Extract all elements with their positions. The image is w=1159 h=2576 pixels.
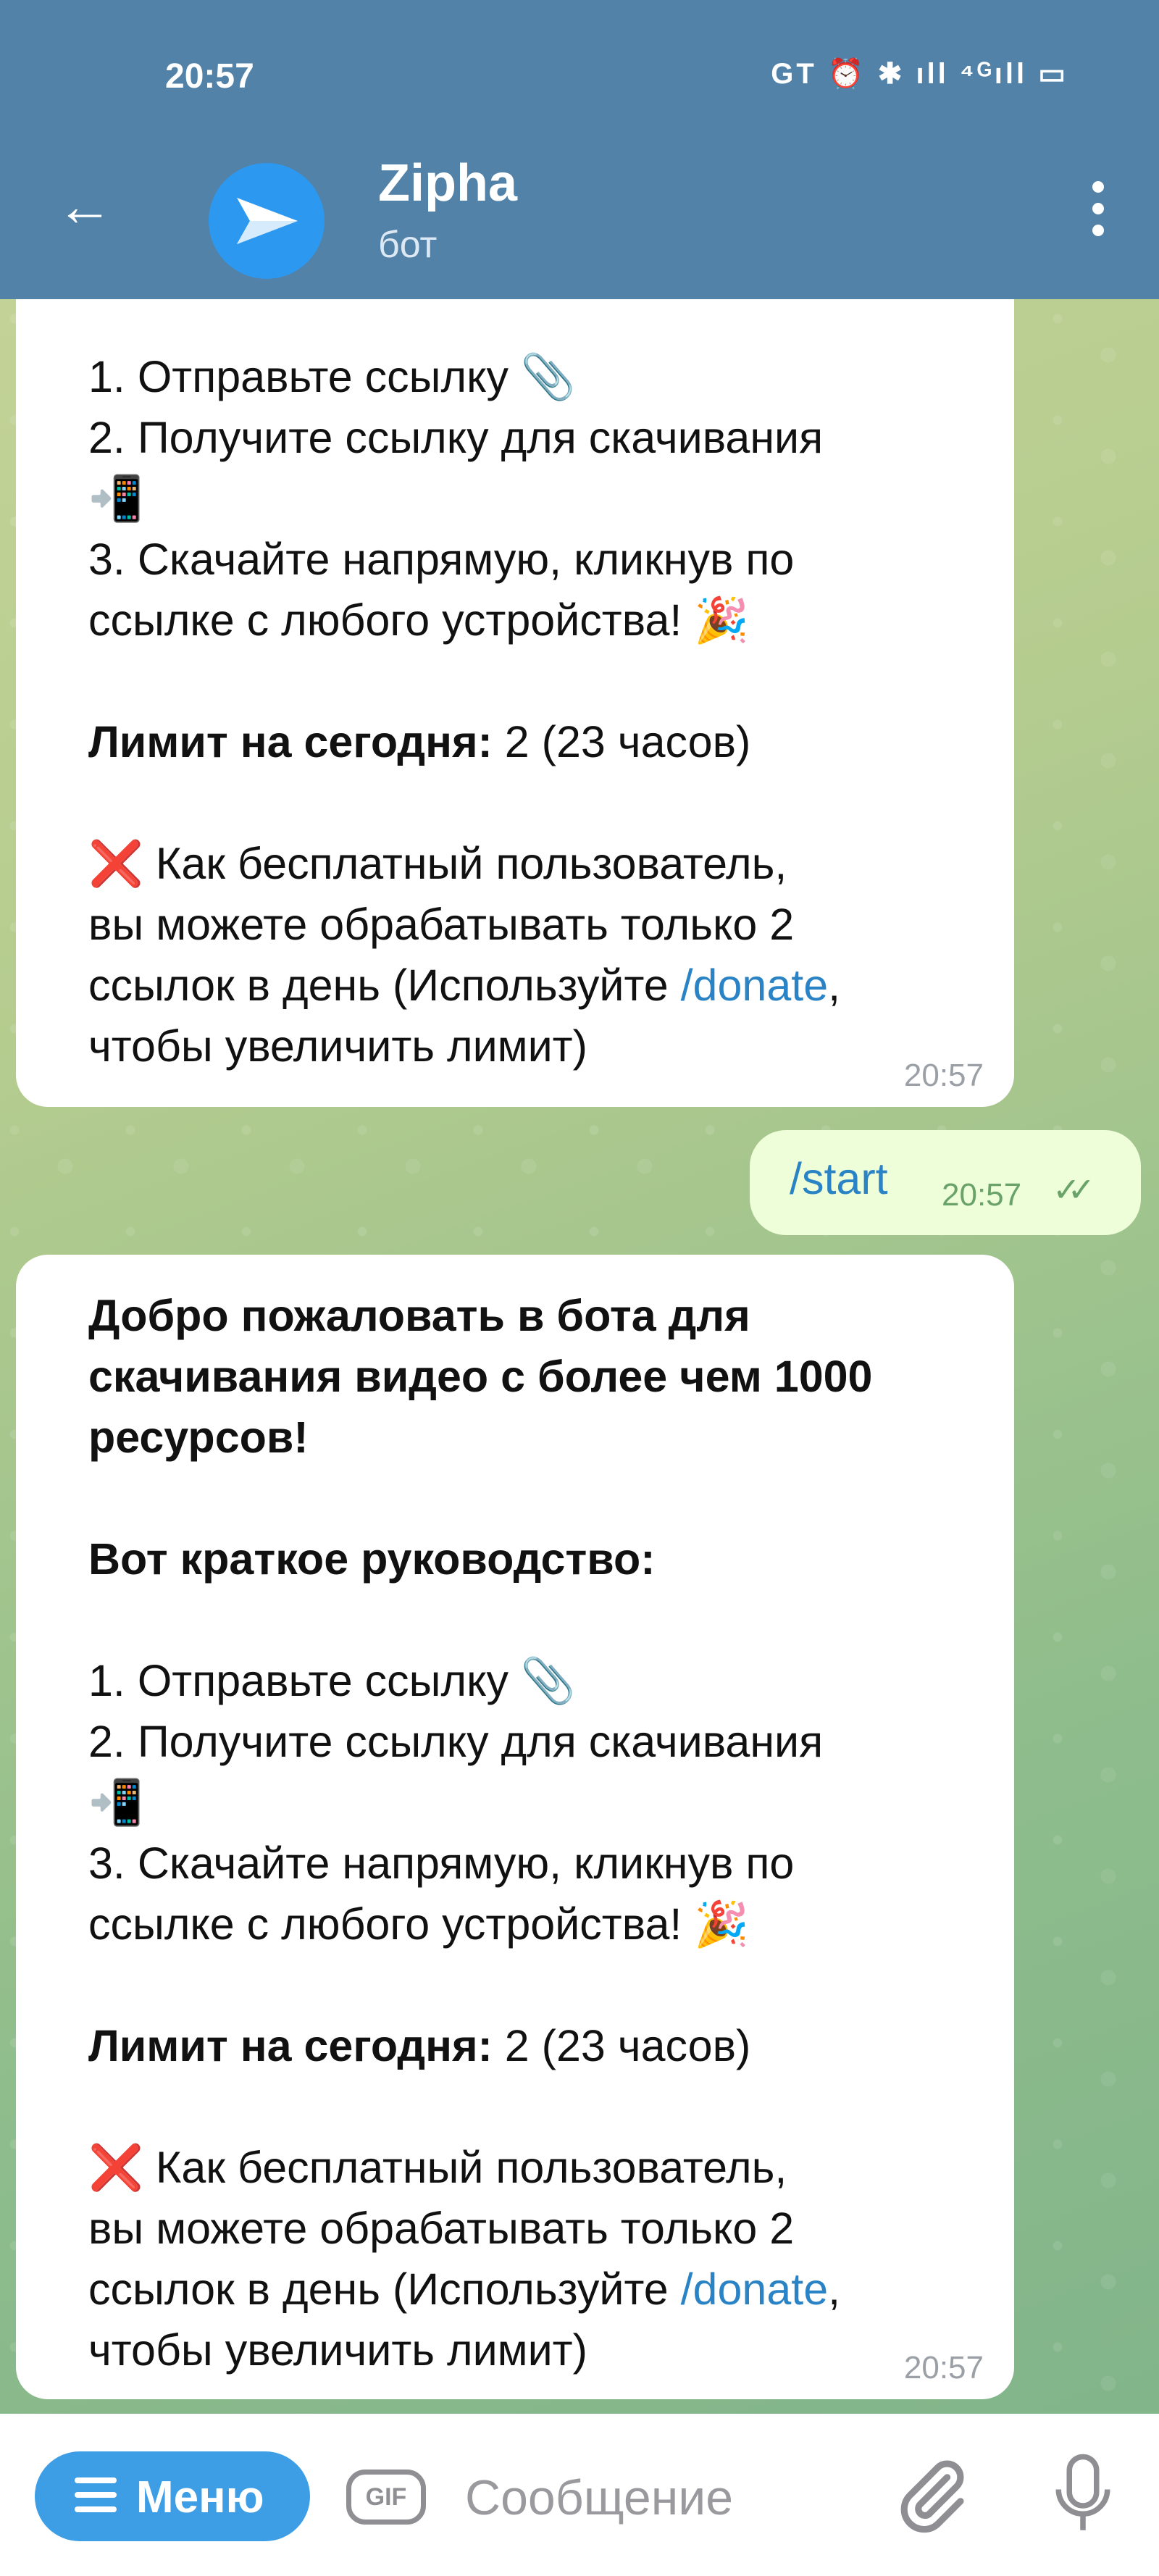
more-options-icon[interactable] <box>1092 181 1107 246</box>
bot-avatar[interactable] <box>209 163 325 279</box>
hamburger-icon <box>75 2477 117 2521</box>
message-line: 3. Скачайте напрямую, кликнув по <box>88 1839 795 1888</box>
message-line: 3. Скачайте напрямую, кликнув по <box>88 535 795 584</box>
incoming-message[interactable]: Добро пожаловать в бота для скачивания в… <box>16 1255 1014 2399</box>
menu-button-label: Меню <box>136 2472 264 2522</box>
message-input[interactable] <box>464 2457 843 2538</box>
message-line: ссылке с любого устройства! 🎉 <box>88 1899 750 1949</box>
limit-label: Лимит на сегодня: <box>88 2021 493 2070</box>
send-arrow-icon <box>237 198 298 244</box>
warning-line: ссылок в день (Используйте /donate, <box>88 2259 1014 2320</box>
chat-subtitle: бот <box>378 224 438 266</box>
status-time: 20:57 <box>165 57 254 96</box>
message-time: 20:57 <box>942 1177 1022 1213</box>
welcome-line: ресурсов! <box>88 1413 309 1462</box>
limit-label: Лимит на сегодня: <box>88 717 493 766</box>
message-line: 2. Получите ссылку для скачивания <box>88 1717 824 1766</box>
microphone-icon[interactable] <box>1050 2450 1116 2540</box>
warning-text: , <box>828 2265 841 2314</box>
message-line: 1. Отправьте ссылку 📎 <box>88 1656 576 1705</box>
warning-line: чтобы увеличить лимит) <box>88 2325 587 2375</box>
message-line: 2. Получите ссылку для скачивания <box>88 413 824 462</box>
limit-value: 2 (23 часов) <box>492 2021 751 2070</box>
guide-heading: Вот краткое руководство: <box>88 1534 656 1584</box>
warning-text: Как бесплатный пользователь, <box>143 839 787 888</box>
message-time: 20:57 <box>903 2350 984 2385</box>
chat-header: ← Zipha бот <box>0 138 1159 299</box>
attach-icon[interactable] <box>892 2456 972 2535</box>
warning-text: ссылок в день (Используйте <box>88 2265 681 2314</box>
warning-text: , <box>828 961 841 1010</box>
welcome-line: скачивания видео с более чем 1000 <box>88 1352 873 1401</box>
incoming-message[interactable]: 1. Отправьте ссылку 📎 2. Получите ссылку… <box>16 299 1014 1107</box>
outgoing-message[interactable]: /start 20:57 ✓✓ <box>750 1130 1141 1235</box>
limit-line: Лимит на сегодня: 2 (23 часов) <box>88 2015 1014 2076</box>
warning-line: ссылок в день (Используйте /donate, <box>88 955 1014 1016</box>
command-link[interactable]: /start <box>790 1153 888 1204</box>
message-input-bar: Меню GIF <box>0 2414 1159 2576</box>
warning-text: ссылок в день (Используйте <box>88 961 681 1010</box>
donate-link[interactable]: /donate <box>681 961 829 1010</box>
donate-link[interactable]: /donate <box>681 2265 829 2314</box>
warning-line: вы можете обрабатывать только 2 <box>88 900 795 949</box>
status-icons: GT ⏰ ✱ ıll ⁴ᴳıll ▭ <box>771 58 1068 90</box>
message-time: 20:57 <box>903 1058 984 1093</box>
cross-mark-icon: ❌ <box>88 2143 143 2192</box>
phone-emoji: 📲 <box>88 474 143 523</box>
message-line: ссылке с любого устройства! 🎉 <box>88 595 750 645</box>
read-checks-icon: ✓✓ <box>1053 1171 1095 1208</box>
limit-value: 2 (23 часов) <box>492 717 751 766</box>
bot-menu-button[interactable]: Меню <box>35 2451 310 2541</box>
message-line: 1. Отправьте ссылку 📎 <box>88 352 576 401</box>
warning-line: вы можете обрабатывать только 2 <box>88 2204 795 2253</box>
warning-line: чтобы увеличить лимит) <box>88 1021 587 1071</box>
cross-mark-icon: ❌ <box>88 839 143 888</box>
gif-button[interactable]: GIF <box>346 2470 426 2525</box>
phone-emoji: 📲 <box>88 1778 143 1827</box>
warning-text: Как бесплатный пользователь, <box>143 2143 787 2192</box>
warning-line: ❌ Как бесплатный пользователь, <box>88 2137 1014 2198</box>
chat-title[interactable]: Zipha <box>378 154 517 213</box>
limit-line: Лимит на сегодня: 2 (23 часов) <box>88 711 1014 772</box>
back-arrow-icon[interactable]: ← <box>57 177 113 234</box>
welcome-line: Добро пожаловать в бота для <box>88 1291 750 1340</box>
status-bar: 20:57 GT ⏰ ✱ ıll ⁴ᴳıll ▭ <box>0 0 1159 138</box>
warning-line: ❌ Как бесплатный пользователь, <box>88 833 1014 894</box>
